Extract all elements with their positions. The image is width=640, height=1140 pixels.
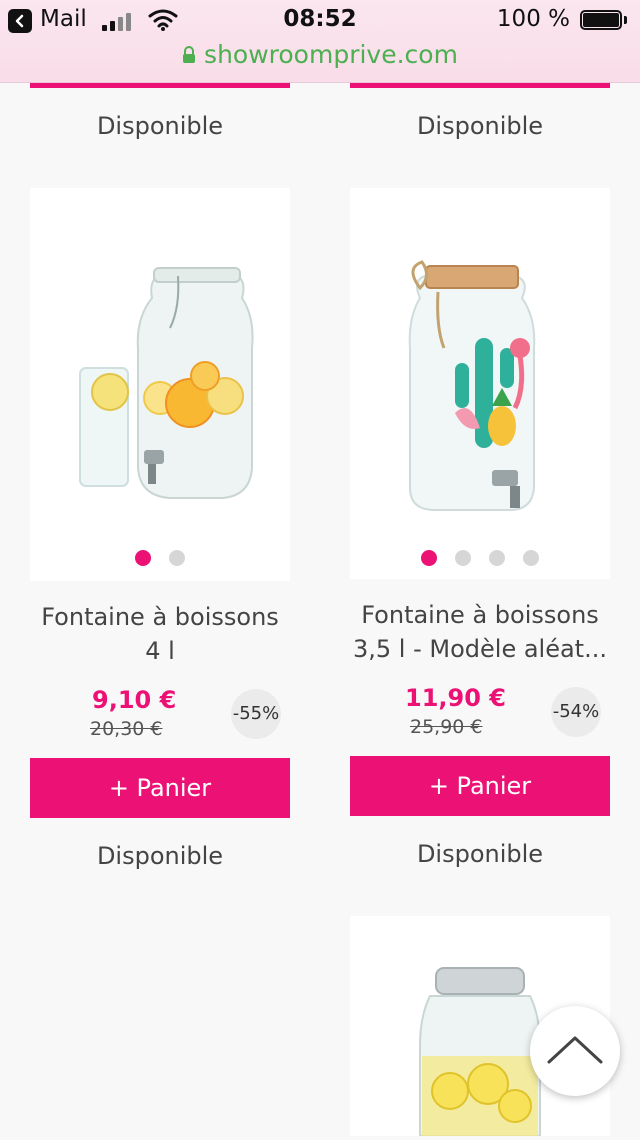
carousel-dot[interactable] bbox=[489, 550, 505, 566]
product-old-price: 25,90 € bbox=[410, 716, 483, 738]
product-title-line: Fontaine à boissons bbox=[41, 603, 279, 631]
product-title-line: 4 l bbox=[145, 637, 175, 665]
availability-label: Disponible bbox=[96, 112, 224, 140]
product-title[interactable]: Fontaine à boissons 4 l bbox=[30, 600, 290, 668]
availability-label: Disponible bbox=[416, 112, 544, 140]
image-pagination bbox=[30, 550, 290, 570]
chevron-up-icon bbox=[547, 1036, 603, 1064]
browser-header: Mail 08:52 100 % showroomprive.com bbox=[0, 0, 640, 83]
product-image[interactable] bbox=[350, 188, 610, 538]
carousel-dot[interactable] bbox=[135, 550, 151, 566]
scroll-to-top-button[interactable] bbox=[530, 1006, 620, 1096]
availability-label: Disponible bbox=[96, 842, 224, 870]
discount-badge: -55% bbox=[231, 689, 281, 739]
product-old-price: 20,30 € bbox=[90, 718, 163, 740]
url-bar[interactable]: showroomprive.com bbox=[0, 40, 640, 72]
add-to-cart-button[interactable]: + Panier bbox=[350, 756, 610, 816]
product-title-line: Fontaine à boissons bbox=[361, 601, 599, 629]
discount-badge: -54% bbox=[551, 687, 601, 737]
product-title-line: 3,5 l - Modèle aléat... bbox=[353, 635, 607, 663]
product-price: 11,90 € bbox=[405, 684, 506, 712]
product-title[interactable]: Fontaine à boissons 3,5 l - Modèle aléat… bbox=[350, 598, 610, 666]
battery-percent: 100 % bbox=[496, 6, 570, 32]
battery-icon bbox=[580, 10, 628, 32]
status-bar: Mail 08:52 100 % bbox=[0, 0, 640, 40]
carousel-dot[interactable] bbox=[421, 550, 437, 566]
product-card[interactable] bbox=[350, 188, 610, 579]
image-pagination bbox=[350, 550, 610, 570]
product-price: 9,10 € bbox=[92, 686, 177, 714]
product-card[interactable] bbox=[30, 188, 290, 581]
carousel-dot[interactable] bbox=[169, 550, 185, 566]
carousel-dot[interactable] bbox=[455, 550, 471, 566]
add-to-cart-button[interactable]: + Panier bbox=[30, 758, 290, 818]
carousel-dot[interactable] bbox=[523, 550, 539, 566]
product-image[interactable] bbox=[30, 188, 290, 538]
lock-icon bbox=[183, 45, 196, 63]
url-text: showroomprive.com bbox=[204, 40, 458, 69]
availability-label: Disponible bbox=[416, 840, 544, 868]
